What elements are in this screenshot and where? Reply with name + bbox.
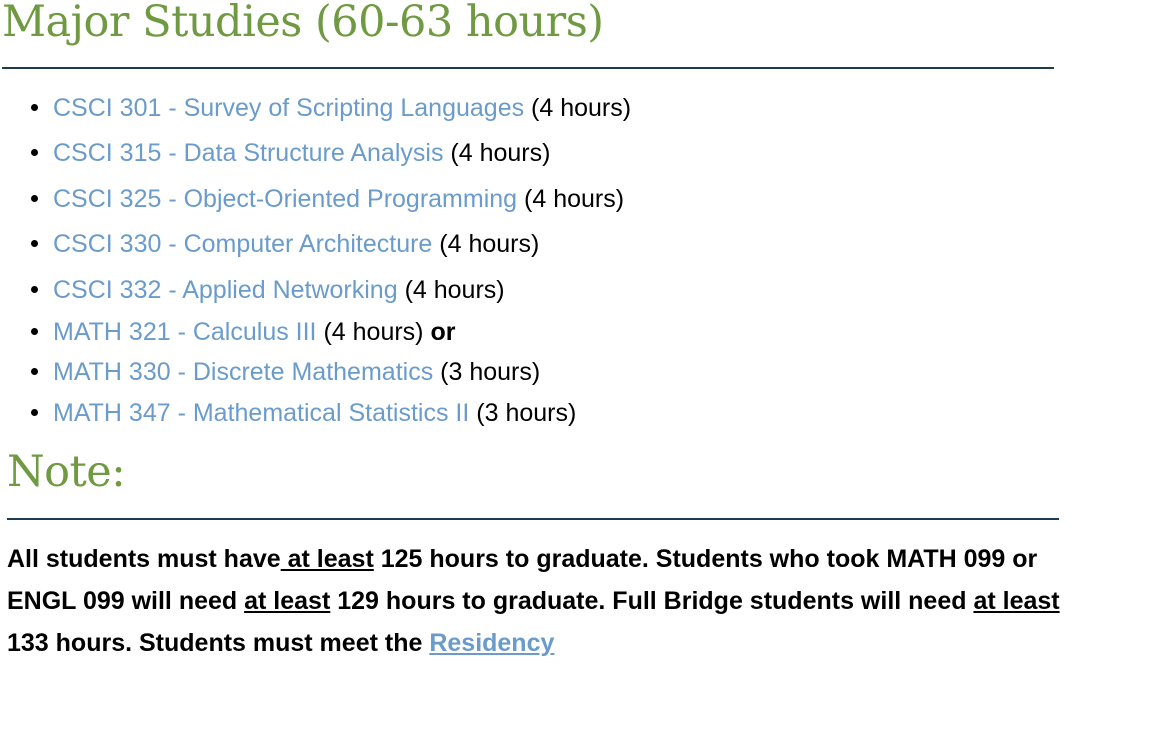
course-link[interactable]: MATH 330 - Discrete Mathematics: [53, 358, 433, 386]
major-studies-heading: Major Studies (60-63 hours): [2, 0, 604, 47]
bullet-icon: [31, 327, 38, 335]
note-divider: [7, 518, 1059, 520]
note-heading: Note:: [7, 447, 126, 497]
list-item: CSCI 330 - Computer Architecture (4 hour…: [31, 229, 539, 259]
course-hours: (4 hours): [439, 230, 540, 258]
bullet-icon: [31, 194, 38, 202]
bullet-icon: [31, 408, 38, 416]
course-link[interactable]: CSCI 325 - Object-Oriented Programming: [53, 185, 517, 213]
list-item: MATH 321 - Calculus III (4 hours) or: [31, 317, 455, 347]
course-link[interactable]: CSCI 330 - Computer Architecture: [53, 230, 432, 258]
course-hours: (4 hours): [524, 185, 625, 213]
course-link[interactable]: CSCI 332 - Applied Networking: [53, 276, 398, 304]
course-hours: (3 hours): [440, 358, 541, 386]
course-link[interactable]: MATH 347 - Mathematical Statistics II: [53, 399, 469, 427]
course-hours: (4 hours): [323, 318, 424, 346]
course-link[interactable]: CSCI 315 - Data Structure Analysis: [53, 139, 443, 167]
course-hours: (4 hours): [531, 94, 632, 122]
course-link[interactable]: MATH 321 - Calculus III: [53, 318, 317, 346]
list-item: CSCI 325 - Object-Oriented Programming (…: [31, 184, 624, 214]
list-item: MATH 347 - Mathematical Statistics II (3…: [31, 398, 576, 428]
bullet-icon: [31, 367, 38, 375]
underlined-text: at least: [244, 587, 331, 615]
note-paragraph: All students must have at least 125 hour…: [7, 538, 1067, 664]
course-hours: (4 hours): [404, 276, 505, 304]
note-text-segment: 129 hours to graduate. Full Bridge stude…: [330, 587, 974, 615]
residency-link[interactable]: Residency: [429, 629, 554, 657]
list-item: CSCI 332 - Applied Networking (4 hours): [31, 275, 505, 305]
course-hours: (4 hours): [450, 139, 551, 167]
underlined-text: at least: [280, 545, 374, 573]
list-item: MATH 330 - Discrete Mathematics (3 hours…: [31, 357, 540, 387]
course-link[interactable]: CSCI 301 - Survey of Scripting Languages: [53, 94, 524, 122]
note-text-segment: All students must have: [7, 545, 281, 573]
bullet-icon: [31, 239, 38, 247]
note-text-segment: 133 hours. Students must meet the: [7, 629, 430, 657]
or-label: or: [430, 318, 456, 346]
list-item: CSCI 301 - Survey of Scripting Languages…: [31, 93, 631, 123]
bullet-icon: [31, 103, 38, 111]
course-hours: (3 hours): [476, 399, 577, 427]
underlined-text: at least: [973, 587, 1060, 615]
bullet-icon: [31, 148, 38, 156]
list-item: CSCI 315 - Data Structure Analysis (4 ho…: [31, 138, 550, 168]
bullet-icon: [31, 285, 38, 293]
heading-divider: [2, 67, 1054, 69]
